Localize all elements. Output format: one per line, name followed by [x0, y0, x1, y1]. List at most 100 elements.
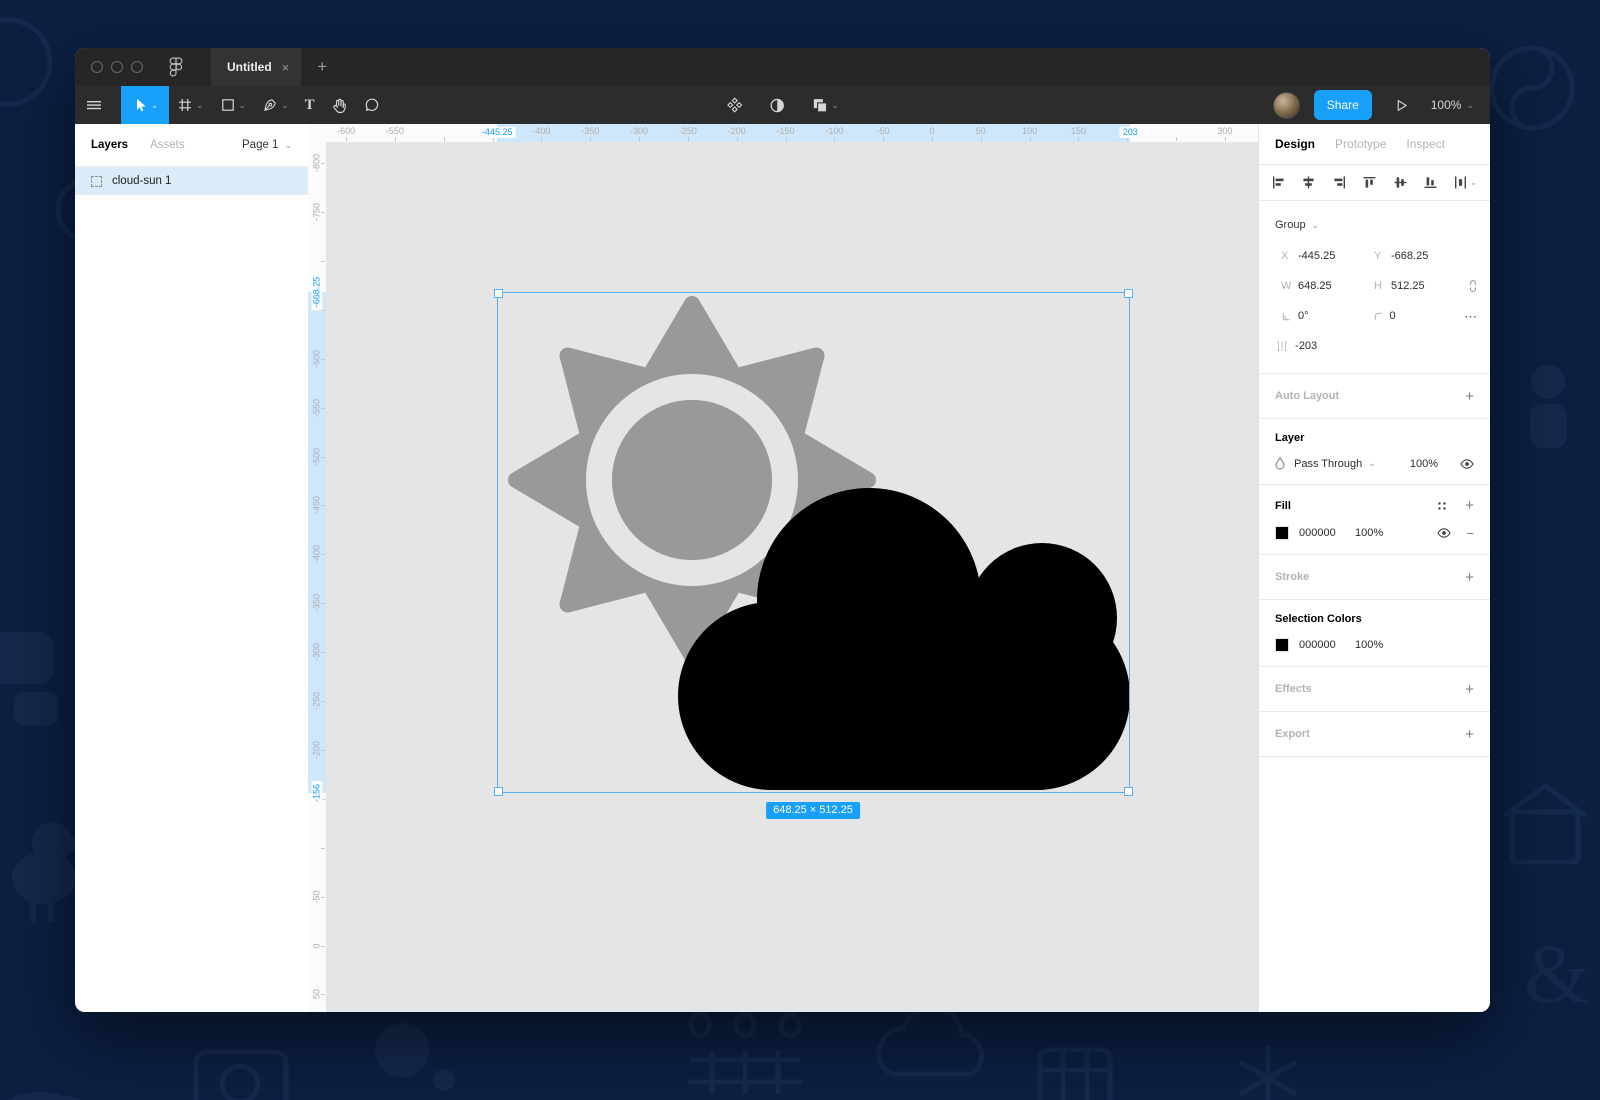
add-export-button[interactable]: +: [1465, 727, 1474, 742]
ruler-label: -450: [313, 496, 322, 514]
corner-radius-input[interactable]: 0: [1390, 310, 1396, 322]
add-effect-button[interactable]: +: [1465, 682, 1474, 697]
tab-assets[interactable]: Assets: [150, 139, 185, 151]
page-selector[interactable]: Page 1 ⌄: [242, 139, 292, 151]
selection-type-dropdown[interactable]: Group ⌄: [1259, 209, 1490, 241]
fill-visibility-toggle[interactable]: [1437, 528, 1451, 538]
selection-color-hex[interactable]: 000000: [1299, 639, 1355, 651]
shape-tool-button[interactable]: ⌄: [212, 86, 255, 124]
more-options-button[interactable]: ⋯: [1464, 310, 1478, 323]
fill-hex-input[interactable]: 000000: [1299, 527, 1355, 539]
new-tab-button[interactable]: +: [317, 57, 327, 77]
eye-icon: [1460, 459, 1474, 469]
selection-handle-top-right[interactable]: [1124, 289, 1133, 298]
remove-fill-button[interactable]: −: [1466, 527, 1474, 540]
distribute-button[interactable]: ⌄: [1454, 176, 1477, 189]
pen-tool-button[interactable]: ⌄: [254, 86, 297, 124]
main-menu-button[interactable]: [75, 86, 113, 124]
selection-type-chevron-icon: ⌄: [1312, 220, 1320, 231]
ruler-selection-label: -445.25: [479, 127, 516, 138]
ruler-tick: [786, 137, 787, 141]
tab-design[interactable]: Design: [1275, 137, 1315, 151]
add-fill-button[interactable]: +: [1465, 498, 1474, 513]
layer-list-item-selected[interactable]: cloud-sun 1: [75, 167, 308, 195]
present-button[interactable]: [1386, 86, 1417, 124]
tab-prototype[interactable]: Prototype: [1335, 137, 1386, 151]
ruler-tick: [321, 163, 325, 164]
user-avatar[interactable]: [1273, 92, 1300, 119]
align-bottom-button[interactable]: [1424, 176, 1437, 189]
tab-inspect[interactable]: Inspect: [1406, 137, 1445, 151]
height-input[interactable]: 512.25: [1391, 280, 1425, 292]
layer-opacity-input[interactable]: 100%: [1410, 458, 1438, 470]
ruler-tick: [321, 457, 325, 458]
align-right-button[interactable]: [1333, 176, 1346, 189]
ruler-tick: [981, 137, 982, 141]
bg-dot-large-icon: [375, 1023, 429, 1077]
ruler-corner: [308, 124, 326, 142]
window-minimize-button[interactable]: [111, 61, 123, 73]
align-top-button[interactable]: [1363, 176, 1376, 189]
boolean-operations-button[interactable]: ⌄: [803, 86, 847, 124]
ruler-label: -350: [313, 594, 322, 612]
selection-color-swatch[interactable]: [1275, 638, 1289, 652]
rotation-input[interactable]: 0°: [1298, 310, 1309, 322]
canvas-viewport[interactable]: 648.25 × 512.25 -600-550-400-350-300-250…: [308, 124, 1258, 1012]
selection-bounding-box[interactable]: [497, 292, 1130, 793]
move-tool-button[interactable]: ⌄: [121, 86, 169, 124]
fill-opacity-input[interactable]: 100%: [1355, 527, 1383, 539]
figma-logo-icon[interactable]: [169, 57, 183, 77]
text-tool-button[interactable]: T: [297, 86, 323, 124]
y-input[interactable]: -668.25: [1391, 250, 1428, 262]
bg-speech-bubbles-icon: [0, 632, 58, 726]
selection-handle-bottom-left[interactable]: [494, 787, 503, 796]
vertical-ruler[interactable]: -800-750-600-550-500-450-400-350-300-250…: [308, 124, 326, 1012]
x-input[interactable]: -445.25: [1298, 250, 1335, 262]
eye-icon: [1437, 528, 1451, 538]
align-vertical-center-button[interactable]: [1394, 176, 1407, 189]
share-button[interactable]: Share: [1314, 90, 1372, 120]
constrain-proportions-toggle[interactable]: [1468, 279, 1478, 293]
zoom-level-control[interactable]: 100% ⌄: [1417, 98, 1484, 112]
blend-mode-dropdown[interactable]: Pass Through: [1294, 458, 1362, 470]
ruler-label: 50: [976, 127, 986, 136]
window-zoom-button[interactable]: [131, 61, 143, 73]
width-input[interactable]: 648.25: [1298, 280, 1332, 292]
ruler-label: -600: [313, 350, 322, 368]
horizontal-ruler[interactable]: -600-550-400-350-300-250-200-150-100-500…: [308, 124, 1258, 142]
frame-tool-button[interactable]: ⌄: [169, 86, 212, 124]
auto-layout-title: Auto Layout: [1275, 390, 1339, 402]
size-row: W 648.25 H 512.25: [1259, 271, 1490, 301]
selection-handle-bottom-right[interactable]: [1124, 787, 1133, 796]
layer-visibility-toggle[interactable]: [1460, 459, 1474, 469]
align-horizontal-center-button[interactable]: [1302, 176, 1315, 189]
hand-tool-button[interactable]: [323, 86, 356, 124]
blend-mode-chevron-icon: ⌄: [1368, 458, 1376, 469]
ruler-tick: [321, 897, 325, 898]
move-tool-chevron-icon: ⌄: [151, 101, 159, 110]
spacing-input[interactable]: -203: [1295, 340, 1317, 352]
selection-color-opacity[interactable]: 100%: [1355, 639, 1383, 651]
ruler-tick: [321, 554, 325, 555]
ruler-tick: [883, 137, 884, 141]
component-tool-button[interactable]: [718, 86, 750, 124]
ruler-tick: [395, 137, 396, 141]
fill-styles-button[interactable]: [1436, 500, 1448, 512]
ruler-tick: [932, 137, 933, 141]
mask-tool-button[interactable]: [760, 86, 793, 124]
add-auto-layout-button[interactable]: +: [1465, 389, 1474, 404]
window-close-button[interactable]: [91, 61, 103, 73]
x-label: X: [1281, 250, 1298, 262]
add-stroke-button[interactable]: +: [1465, 570, 1474, 585]
ruler-label: -750: [313, 203, 322, 221]
pen-tool-chevron-icon: ⌄: [281, 101, 289, 110]
fill-color-swatch[interactable]: [1275, 526, 1289, 540]
selection-handle-top-left[interactable]: [494, 289, 503, 298]
document-tab[interactable]: Untitled ×: [211, 48, 301, 86]
tab-layers[interactable]: Layers: [91, 139, 128, 151]
tab-close-icon[interactable]: ×: [282, 61, 290, 74]
comment-tool-button[interactable]: [356, 86, 388, 124]
ruler-tick: [737, 137, 738, 141]
selection-colors-title: Selection Colors: [1275, 613, 1474, 625]
align-left-button[interactable]: [1272, 176, 1285, 189]
